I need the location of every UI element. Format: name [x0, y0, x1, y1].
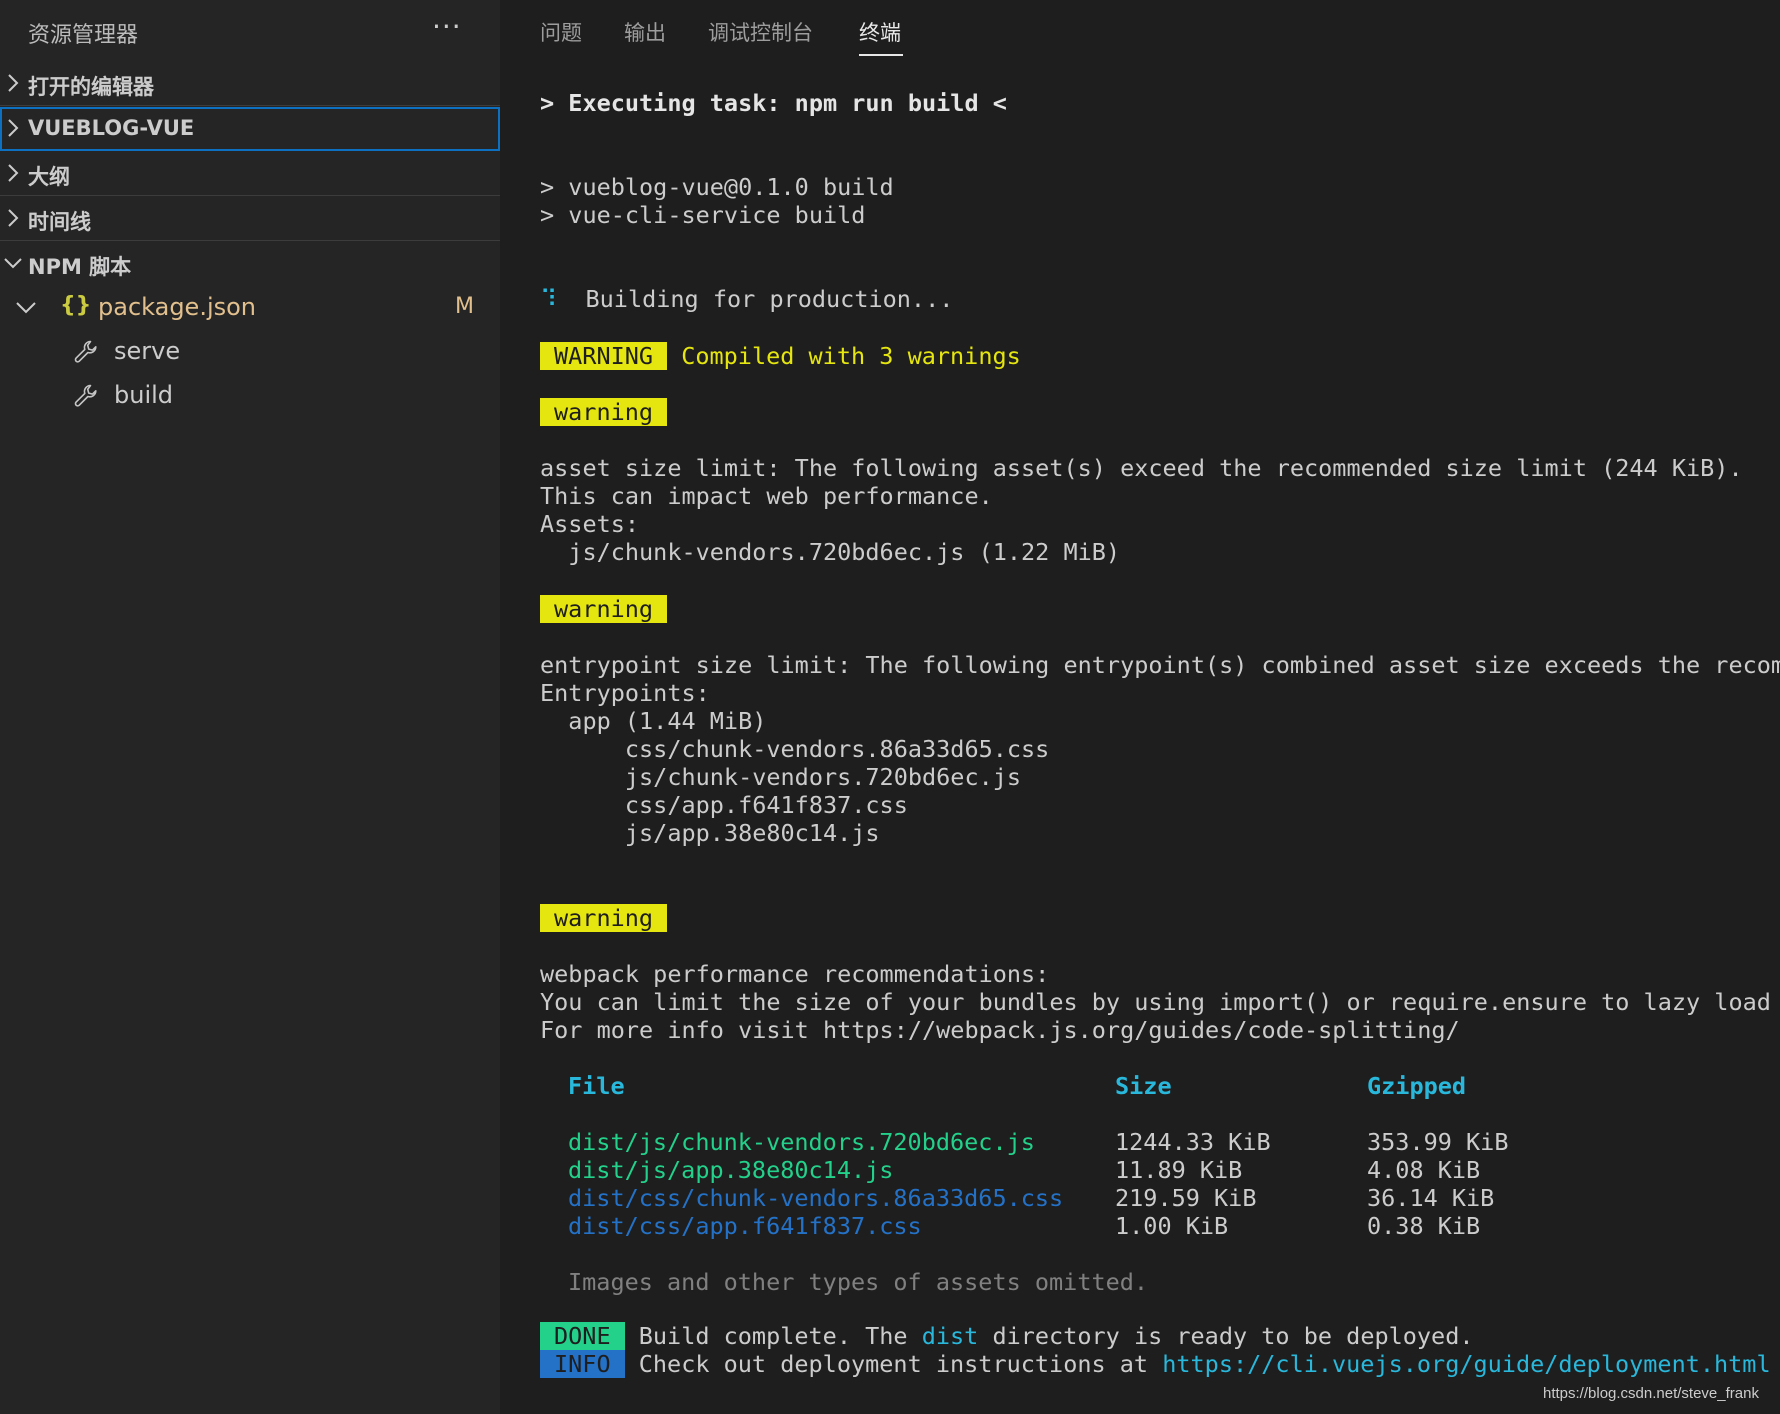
bottom-panel: 问题 输出 调试控制台 终端 > Executing task: npm run… [500, 0, 1780, 1414]
output-line: css/app.f641f837.css [540, 791, 908, 819]
output-line: Assets: [540, 510, 640, 538]
table-header-gzipped: Gzipped [1367, 1072, 1467, 1100]
explorer-header: 资源管理器 ··· [0, 0, 500, 62]
section-open-editors[interactable]: 打开的编辑器 [0, 62, 500, 106]
table-cell-gzipped: 0.38 KiB [1367, 1212, 1481, 1240]
npm-script-serve[interactable]: serve [0, 330, 500, 374]
table-cell-gzipped: 4.08 KiB [1367, 1156, 1481, 1184]
chevron-right-icon [4, 117, 22, 139]
task-line: > Executing task: npm run build < [540, 89, 1007, 117]
output-line: js/chunk-vendors.720bd6ec.js [540, 763, 1022, 791]
script-label: build [114, 381, 174, 409]
modified-badge: M [455, 294, 474, 319]
info-text: Check out deployment instructions at [638, 1350, 1163, 1378]
deployment-link[interactable]: https://cli.vuejs.org/guide/deployment.h… [1162, 1350, 1770, 1378]
section-outline[interactable]: 大纲 [0, 152, 500, 196]
wrench-icon [72, 338, 100, 366]
chevron-right-icon [4, 162, 22, 184]
section-label: VUEBLOG-VUE [28, 116, 195, 140]
table-cell-file: dist/js/app.38e80c14.js [568, 1156, 894, 1184]
done-line: DONE Build complete. The dist directory … [540, 1321, 1474, 1351]
warning-badge: warning [540, 398, 668, 426]
done-badge: DONE [540, 1322, 625, 1350]
section-label: 时间线 [28, 210, 91, 234]
warning-line: warning [540, 594, 668, 624]
building-line: ⠹ Building for production... [540, 284, 953, 314]
omitted-note: Images and other types of assets omitted… [568, 1268, 1149, 1296]
info-line: INFO Check out deployment instructions a… [540, 1349, 1771, 1379]
table-cell-file: dist/js/chunk-vendors.720bd6ec.js [568, 1128, 1035, 1156]
section-label: NPM 脚本 [28, 255, 132, 279]
cmd-line: > vueblog-vue@0.1.0 build [540, 173, 894, 201]
output-line: This can impact web performance. [540, 482, 993, 510]
output-line: webpack performance recommendations: [540, 960, 1050, 988]
json-file-icon: {} [60, 293, 92, 318]
output-line: For more info visit https://webpack.js.o… [540, 1016, 1460, 1044]
cmd-line: > vue-cli-service build [540, 201, 866, 229]
output-line: You can limit the size of your bundles b… [540, 988, 1780, 1016]
spinner-icon: ⠹ [540, 285, 558, 313]
warning-badge: warning [540, 595, 668, 623]
compiled-line: WARNING Compiled with 3 warnings [540, 341, 1021, 371]
table-cell-gzipped: 36.14 KiB [1367, 1184, 1495, 1212]
table-cell-size: 1.00 KiB [1115, 1212, 1229, 1240]
chevron-right-icon [4, 72, 22, 94]
output-line: Entrypoints: [540, 679, 710, 707]
terminal-output[interactable]: > Executing task: npm run build < > vueb… [500, 0, 1780, 1414]
section-label: 大纲 [28, 165, 70, 189]
warning-line: warning [540, 903, 668, 933]
table-cell-gzipped: 353.99 KiB [1367, 1128, 1509, 1156]
info-badge: INFO [540, 1350, 625, 1378]
tree-item-package-json[interactable]: {} package.json M [0, 286, 500, 330]
script-label: serve [114, 337, 181, 365]
compiled-message: Compiled with 3 warnings [681, 342, 1021, 370]
section-npm-scripts[interactable]: NPM 脚本 [0, 242, 500, 286]
building-text: Building for production... [585, 285, 954, 313]
dist-word: dist [921, 1322, 979, 1350]
explorer-sidebar: 资源管理器 ··· 打开的编辑器 VUEBLOG-VUE 大纲 时间线 NPM … [0, 0, 500, 1414]
chevron-right-icon [4, 207, 22, 229]
done-text-tail: directory is ready to be deployed. [978, 1322, 1474, 1350]
section-timeline[interactable]: 时间线 [0, 197, 500, 241]
file-label: package.json [98, 293, 257, 321]
section-project-vueblog-vue[interactable]: VUEBLOG-VUE [0, 107, 500, 151]
section-label: 打开的编辑器 [28, 75, 154, 99]
npm-script-build[interactable]: build [0, 374, 500, 418]
output-line: app (1.44 MiB) [540, 707, 767, 735]
warning-badge: WARNING [540, 342, 668, 370]
wrench-icon [72, 382, 100, 410]
table-cell-size: 11.89 KiB [1115, 1156, 1243, 1184]
table-cell-file: dist/css/chunk-vendors.86a33d65.css [568, 1184, 1064, 1212]
chevron-down-icon [4, 252, 22, 274]
output-line: js/chunk-vendors.720bd6ec.js (1.22 MiB) [540, 538, 1121, 566]
table-cell-file: dist/css/app.f641f837.css [568, 1212, 922, 1240]
warning-line: warning [540, 397, 668, 427]
table-header-file: File [568, 1072, 625, 1100]
chevron-down-icon [14, 298, 38, 318]
explorer-title: 资源管理器 [28, 23, 139, 48]
output-line: entrypoint size limit: The following ent… [540, 651, 1780, 679]
table-cell-size: 219.59 KiB [1115, 1184, 1257, 1212]
output-line: asset size limit: The following asset(s)… [540, 454, 1743, 482]
output-line: js/app.38e80c14.js [540, 819, 880, 847]
warning-badge: warning [540, 904, 668, 932]
watermark: https://blog.csdn.net/steve_frank [1543, 1385, 1759, 1402]
table-header-size: Size [1115, 1072, 1172, 1100]
more-actions-icon[interactable]: ··· [432, 10, 462, 43]
table-cell-size: 1244.33 KiB [1115, 1128, 1271, 1156]
done-text: Build complete. The [638, 1322, 922, 1350]
output-line: css/chunk-vendors.86a33d65.css [540, 735, 1050, 763]
